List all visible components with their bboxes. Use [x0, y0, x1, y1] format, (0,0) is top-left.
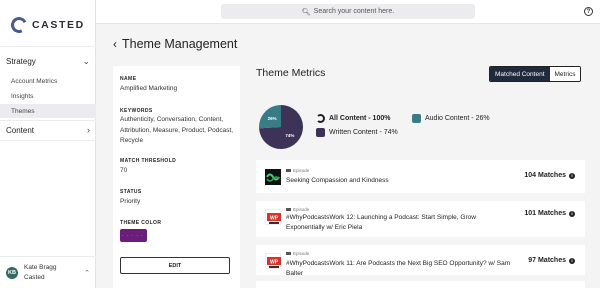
info-icon[interactable]: i — [569, 257, 575, 264]
avatar: KB — [6, 266, 18, 279]
match-count: 104 Matches i — [524, 172, 575, 179]
user-name: Kate Bragg — [24, 263, 57, 271]
theme-color-swatch: . . . . . — [120, 229, 147, 242]
legend-label: All Content - 100% — [329, 115, 391, 122]
match-count-label: 101 Matches — [524, 210, 566, 217]
divider — [0, 46, 96, 47]
sidebar-item-label: Themes — [11, 107, 35, 115]
pie-label: 26% — [268, 116, 277, 121]
brand-name: CASTED — [32, 19, 85, 31]
ring-icon — [316, 114, 325, 123]
divider — [0, 140, 96, 141]
episode-icon — [286, 169, 291, 172]
tab-matched-content[interactable]: Matched Content — [490, 67, 550, 81]
chevron-down-icon: ⌄ — [82, 55, 90, 66]
sidebar-item-label: Account Metrics — [11, 77, 58, 85]
episode-icon — [286, 252, 291, 255]
info-icon[interactable]: i — [569, 210, 575, 217]
legend-swatch — [316, 128, 325, 137]
page-title-text: Theme Management — [122, 37, 238, 51]
sidebar: CASTED Strategy ⌄ Account Metrics Insigh… — [0, 0, 96, 288]
legend-label: Audio Content - 26% — [425, 115, 490, 122]
episode-thumbnail: WP — [265, 253, 281, 269]
sidebar-section-label: Content — [6, 125, 35, 135]
sidebar-section-label: Strategy — [6, 56, 36, 66]
casted-logo-icon — [8, 14, 30, 36]
divider — [0, 120, 96, 121]
theme-name: Amplified Marketing — [120, 85, 178, 92]
page-title: ‹ Theme Management — [113, 37, 237, 51]
search-input[interactable]: 🔍︎ Search your content here. — [221, 4, 475, 19]
legend-label: Written Content - 74% — [329, 129, 398, 136]
episode-tag: Episode — [286, 168, 309, 173]
episode-tag: Episode — [286, 207, 309, 212]
list-item[interactable]: Episode Seeking Compassion and Kindness … — [256, 160, 585, 193]
episode-icon — [286, 208, 291, 211]
episode-thumbnail: WP — [265, 209, 281, 225]
legend-written-content: Written Content - 74% — [316, 128, 398, 137]
theme-threshold: 70 — [120, 167, 128, 174]
chevron-right-icon: › — [87, 125, 90, 135]
sidebar-section-content[interactable]: Content › — [0, 122, 96, 138]
help-icon[interactable]: ? — [584, 7, 593, 16]
episode-title: #WhyPodcastsWork 12: Launching a Podcast… — [286, 214, 476, 231]
sidebar-item-account-metrics[interactable]: Account Metrics — [0, 74, 96, 88]
theme-details-card: NAME Amplified Marketing KEYWORDS Authen… — [113, 66, 240, 288]
tab-metrics[interactable]: Metrics — [549, 67, 581, 81]
user-menu[interactable]: KB Kate Bragg Casted ⌃ — [0, 256, 96, 288]
list-item — [256, 281, 585, 288]
match-count: 101 Matches i — [524, 210, 575, 217]
info-icon[interactable]: i — [569, 172, 575, 179]
search-placeholder: Search your content here. — [313, 8, 395, 15]
list-item[interactable]: WP Episode #WhyPodcastsWork 12: Launchin… — [256, 201, 585, 237]
episode-title: Seeking Compassion and Kindness — [286, 177, 389, 184]
sidebar-item-insights[interactable]: Insights — [0, 89, 96, 103]
match-count-label: 104 Matches — [524, 172, 566, 179]
theme-status: Priority — [120, 198, 141, 205]
svg-text:WP: WP — [270, 260, 279, 266]
sidebar-item-themes[interactable]: Themes — [0, 104, 96, 118]
back-arrow-icon[interactable]: ‹ — [113, 37, 117, 51]
casted-logo[interactable]: CASTED — [8, 14, 85, 36]
edit-button[interactable]: EDIT — [120, 257, 230, 274]
legend-audio-content: Audio Content - 26% — [412, 114, 490, 123]
episode-tag-label: Episode — [293, 168, 310, 173]
sidebar-item-label: Insights — [11, 92, 34, 100]
content-pie-chart: 26% 74% — [259, 105, 303, 149]
topbar: 🔍︎ Search your content here. ? — [96, 0, 600, 24]
episode-tag: Episode — [286, 251, 309, 256]
episode-thumbnail — [265, 169, 281, 185]
keywords-label: KEYWORDS — [120, 108, 153, 114]
search-icon: 🔍︎ — [301, 8, 311, 16]
legend-all-content: All Content - 100% — [316, 114, 390, 123]
metrics-toggle: Matched Content Metrics — [489, 66, 582, 82]
theme-keywords: Authenticity, Conversation, Content, Att… — [120, 116, 234, 144]
match-count: 97 Matches i — [528, 257, 575, 264]
episode-title: #WhyPodcastsWork 11: Are Podcasts the Ne… — [286, 260, 511, 277]
theme-color-label: THEME COLOR — [120, 220, 162, 226]
metrics-title: Theme Metrics — [256, 67, 326, 79]
list-item[interactable]: WP Episode #WhyPodcastsWork 11: Are Podc… — [256, 245, 585, 277]
episode-tag-label: Episode — [293, 251, 310, 256]
user-org: Casted — [24, 273, 45, 281]
status-label: STATUS — [120, 189, 142, 195]
pie-label: 74% — [285, 133, 294, 138]
legend-swatch — [412, 114, 421, 123]
threshold-label: MATCH THRESHOLD — [120, 158, 177, 164]
episode-tag-label: Episode — [293, 207, 310, 212]
match-count-label: 97 Matches — [528, 257, 566, 264]
sidebar-section-strategy[interactable]: Strategy ⌄ — [0, 53, 96, 69]
name-label: NAME — [120, 76, 137, 82]
svg-text:WP: WP — [270, 216, 279, 222]
chevron-up-icon: ⌃ — [84, 269, 90, 277]
